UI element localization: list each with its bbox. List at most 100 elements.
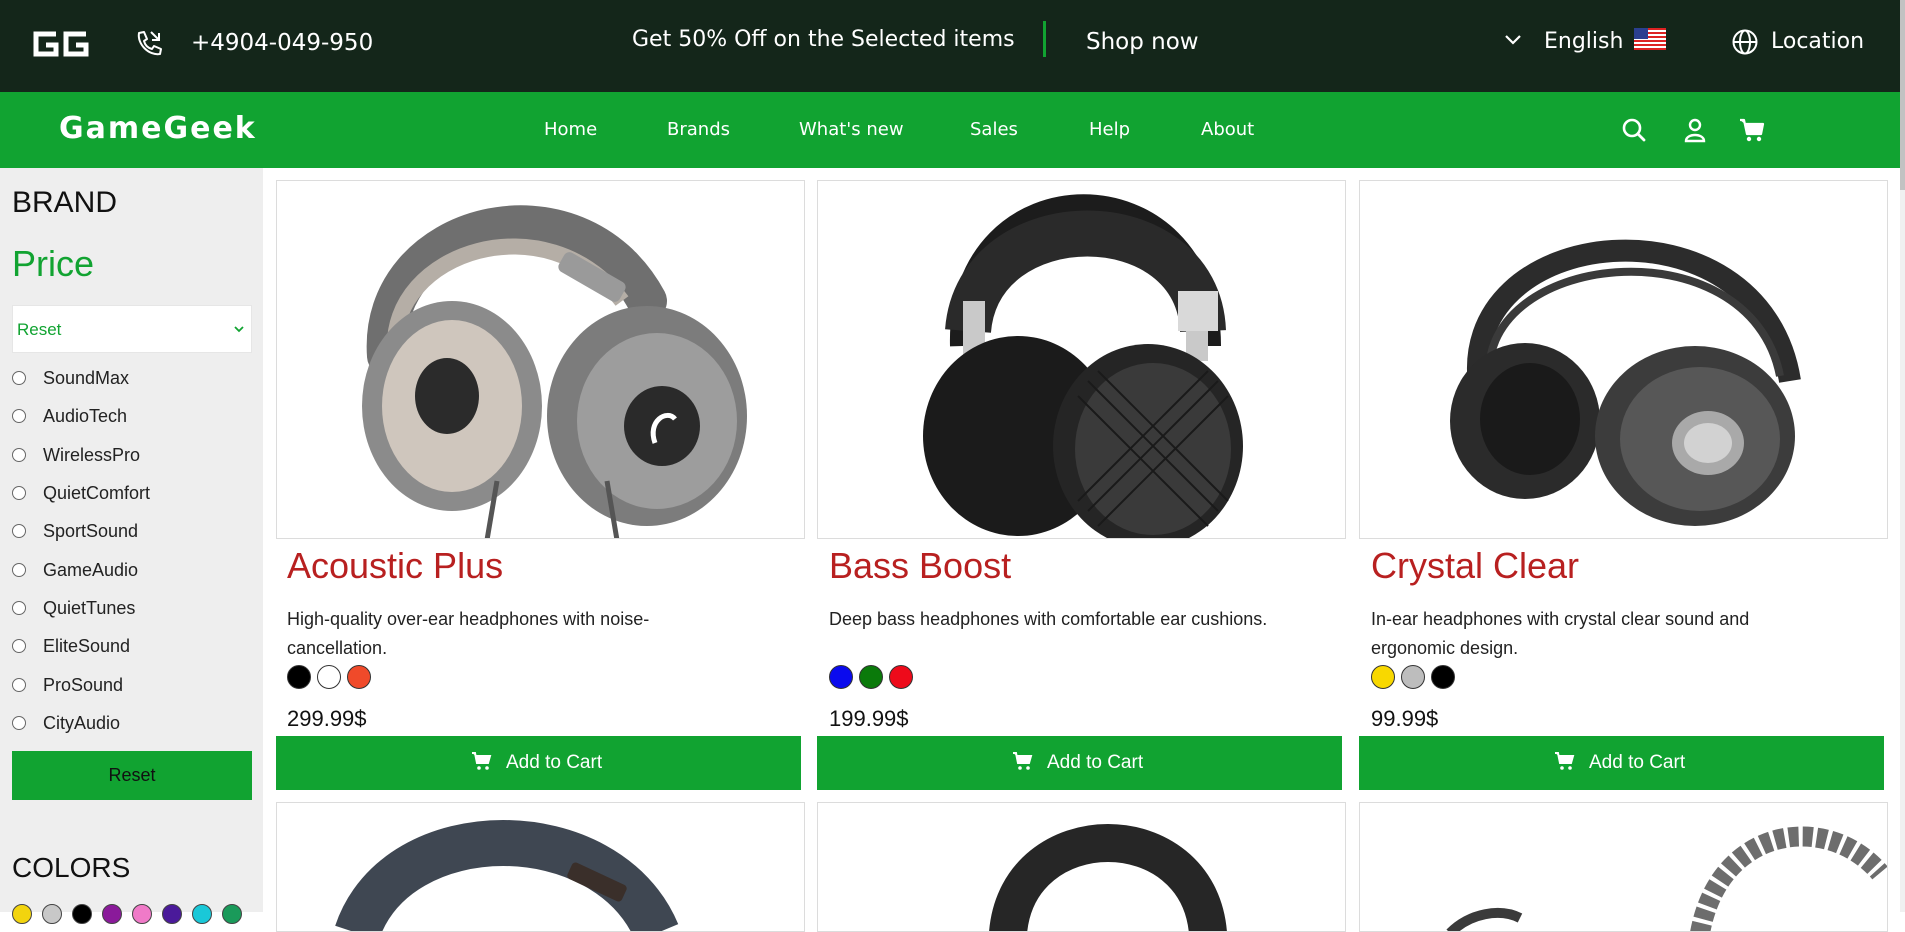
headphones-image xyxy=(1450,239,1801,526)
product-title[interactable]: Crystal Clear xyxy=(1371,545,1579,587)
phone-icon xyxy=(137,31,162,56)
product-color-swatch[interactable] xyxy=(859,665,883,689)
brand-label: CityAudio xyxy=(43,713,121,733)
brand-radio-quiettunes[interactable]: QuietTunes xyxy=(12,596,242,620)
brand-heading: BRAND xyxy=(12,186,118,219)
radio-circle[interactable] xyxy=(12,371,26,385)
product-color-swatch[interactable] xyxy=(347,665,371,689)
product-color-swatch[interactable] xyxy=(829,665,853,689)
nav-item-about[interactable]: About xyxy=(1201,119,1254,140)
promo-text: Get 50% Off on the Selected items xyxy=(632,27,1015,52)
search-icon[interactable] xyxy=(1620,116,1648,144)
product-price: 299.99$ xyxy=(287,706,367,731)
brand-label: QuietTunes xyxy=(43,598,136,618)
color-swatch[interactable] xyxy=(12,904,32,924)
color-swatch[interactable] xyxy=(72,904,92,924)
phone-number[interactable]: +4904-049-950 xyxy=(191,30,373,56)
product-color-swatch[interactable] xyxy=(1401,665,1425,689)
price-heading: Price xyxy=(12,243,95,284)
chevron-down-icon[interactable] xyxy=(1503,32,1523,48)
nav-item-whats-new[interactable]: What's new xyxy=(799,119,904,140)
cart-icon xyxy=(1555,752,1575,770)
product-image[interactable] xyxy=(276,180,805,539)
product-image[interactable] xyxy=(276,802,805,932)
nav-item-help[interactable]: Help xyxy=(1089,119,1130,140)
color-swatch[interactable] xyxy=(42,904,62,924)
product-image[interactable] xyxy=(1359,180,1888,539)
gg-logo-icon[interactable] xyxy=(30,28,90,60)
product-color-swatch[interactable] xyxy=(287,665,311,689)
headphones-image xyxy=(335,820,679,931)
product-color-swatch[interactable] xyxy=(889,665,913,689)
colors-heading: COLORS xyxy=(12,852,131,883)
location-link[interactable]: Location xyxy=(1771,29,1864,54)
headphones-image xyxy=(989,824,1227,931)
add-to-cart-label: Add to Cart xyxy=(1047,752,1144,773)
product-color-swatch[interactable] xyxy=(317,665,341,689)
brand-radio-soundmax[interactable]: SoundMax xyxy=(12,366,242,390)
brand-radio-audiotech[interactable]: AudioTech xyxy=(12,404,242,428)
nav-item-sales[interactable]: Sales xyxy=(970,119,1018,140)
divider xyxy=(1043,21,1046,57)
product-image[interactable] xyxy=(817,180,1346,539)
brand-radio-gameaudio[interactable]: GameAudio xyxy=(12,558,242,582)
language-selector[interactable]: English xyxy=(1544,29,1623,54)
scrollbar-thumb[interactable] xyxy=(1900,0,1905,190)
us-flag-icon xyxy=(1634,28,1666,50)
add-to-cart-button[interactable]: Add to Cart xyxy=(817,736,1342,790)
brand-radio-sportsound[interactable]: SportSound xyxy=(12,519,242,543)
brand-label: SoundMax xyxy=(43,368,130,388)
product-description: Deep bass headphones with comfortable ea… xyxy=(829,609,1268,629)
site-logo[interactable]: GameGeek xyxy=(59,111,257,146)
headphones-image xyxy=(1446,826,1887,931)
cart-icon xyxy=(472,752,492,770)
radio-circle[interactable] xyxy=(12,486,26,500)
product-title[interactable]: Acoustic Plus xyxy=(287,545,503,587)
product-description: In-ear headphones with crystal clear sou… xyxy=(1371,609,1750,658)
globe-icon xyxy=(1732,29,1758,55)
radio-circle[interactable] xyxy=(12,563,26,577)
brand-label: QuietComfort xyxy=(43,483,151,503)
headphones-image xyxy=(362,205,747,538)
nav-item-home[interactable]: Home xyxy=(544,119,597,140)
cart-icon[interactable] xyxy=(1738,116,1766,144)
product-image[interactable] xyxy=(1359,802,1888,932)
add-to-cart-button[interactable]: Add to Cart xyxy=(276,736,801,790)
color-swatch[interactable] xyxy=(222,904,242,924)
headphones-image xyxy=(923,194,1243,538)
radio-circle[interactable] xyxy=(12,716,26,730)
brand-radio-wirelesspro[interactable]: WirelessPro xyxy=(12,443,242,467)
brand-radio-quietcomfort[interactable]: QuietComfort xyxy=(12,481,242,505)
product-color-swatch[interactable] xyxy=(1431,665,1455,689)
add-to-cart-button[interactable]: Add to Cart xyxy=(1359,736,1884,790)
product-title[interactable]: Bass Boost xyxy=(829,545,1011,587)
product-color-swatch[interactable] xyxy=(1371,665,1395,689)
reset-button[interactable]: Reset xyxy=(12,751,252,800)
user-icon[interactable] xyxy=(1681,116,1709,144)
radio-circle[interactable] xyxy=(12,409,26,423)
radio-circle[interactable] xyxy=(12,601,26,615)
color-swatch[interactable] xyxy=(102,904,122,924)
add-to-cart-label: Add to Cart xyxy=(1589,752,1686,773)
top-bar: +4904-049-950 Get 50% Off on the Selecte… xyxy=(0,0,1905,92)
brand-radio-elitesound[interactable]: EliteSound xyxy=(12,634,242,658)
page-scrollbar[interactable] xyxy=(1900,0,1905,912)
brand-radio-cityaudio[interactable]: CityAudio xyxy=(12,711,242,735)
color-swatch[interactable] xyxy=(192,904,212,924)
shop-now-link[interactable]: Shop now xyxy=(1086,29,1199,55)
brand-radio-prosound[interactable]: ProSound xyxy=(12,673,242,697)
color-swatch[interactable] xyxy=(162,904,182,924)
filter-sidebar: BRAND Price Reset SoundMax AudioTech Wir… xyxy=(0,168,263,924)
product-image[interactable] xyxy=(817,802,1346,932)
price-select[interactable]: Reset xyxy=(12,305,252,353)
brand-label: ProSound xyxy=(43,675,124,695)
radio-circle[interactable] xyxy=(12,448,26,462)
color-swatch[interactable] xyxy=(132,904,152,924)
radio-circle[interactable] xyxy=(12,524,26,538)
radio-circle[interactable] xyxy=(12,639,26,653)
main-nav: GameGeek Home Brands What's new Sales He… xyxy=(0,92,1900,168)
brand-label: SportSound xyxy=(43,521,139,541)
product-price: 99.99$ xyxy=(1371,706,1439,731)
nav-item-brands[interactable]: Brands xyxy=(667,119,730,140)
radio-circle[interactable] xyxy=(12,678,26,692)
